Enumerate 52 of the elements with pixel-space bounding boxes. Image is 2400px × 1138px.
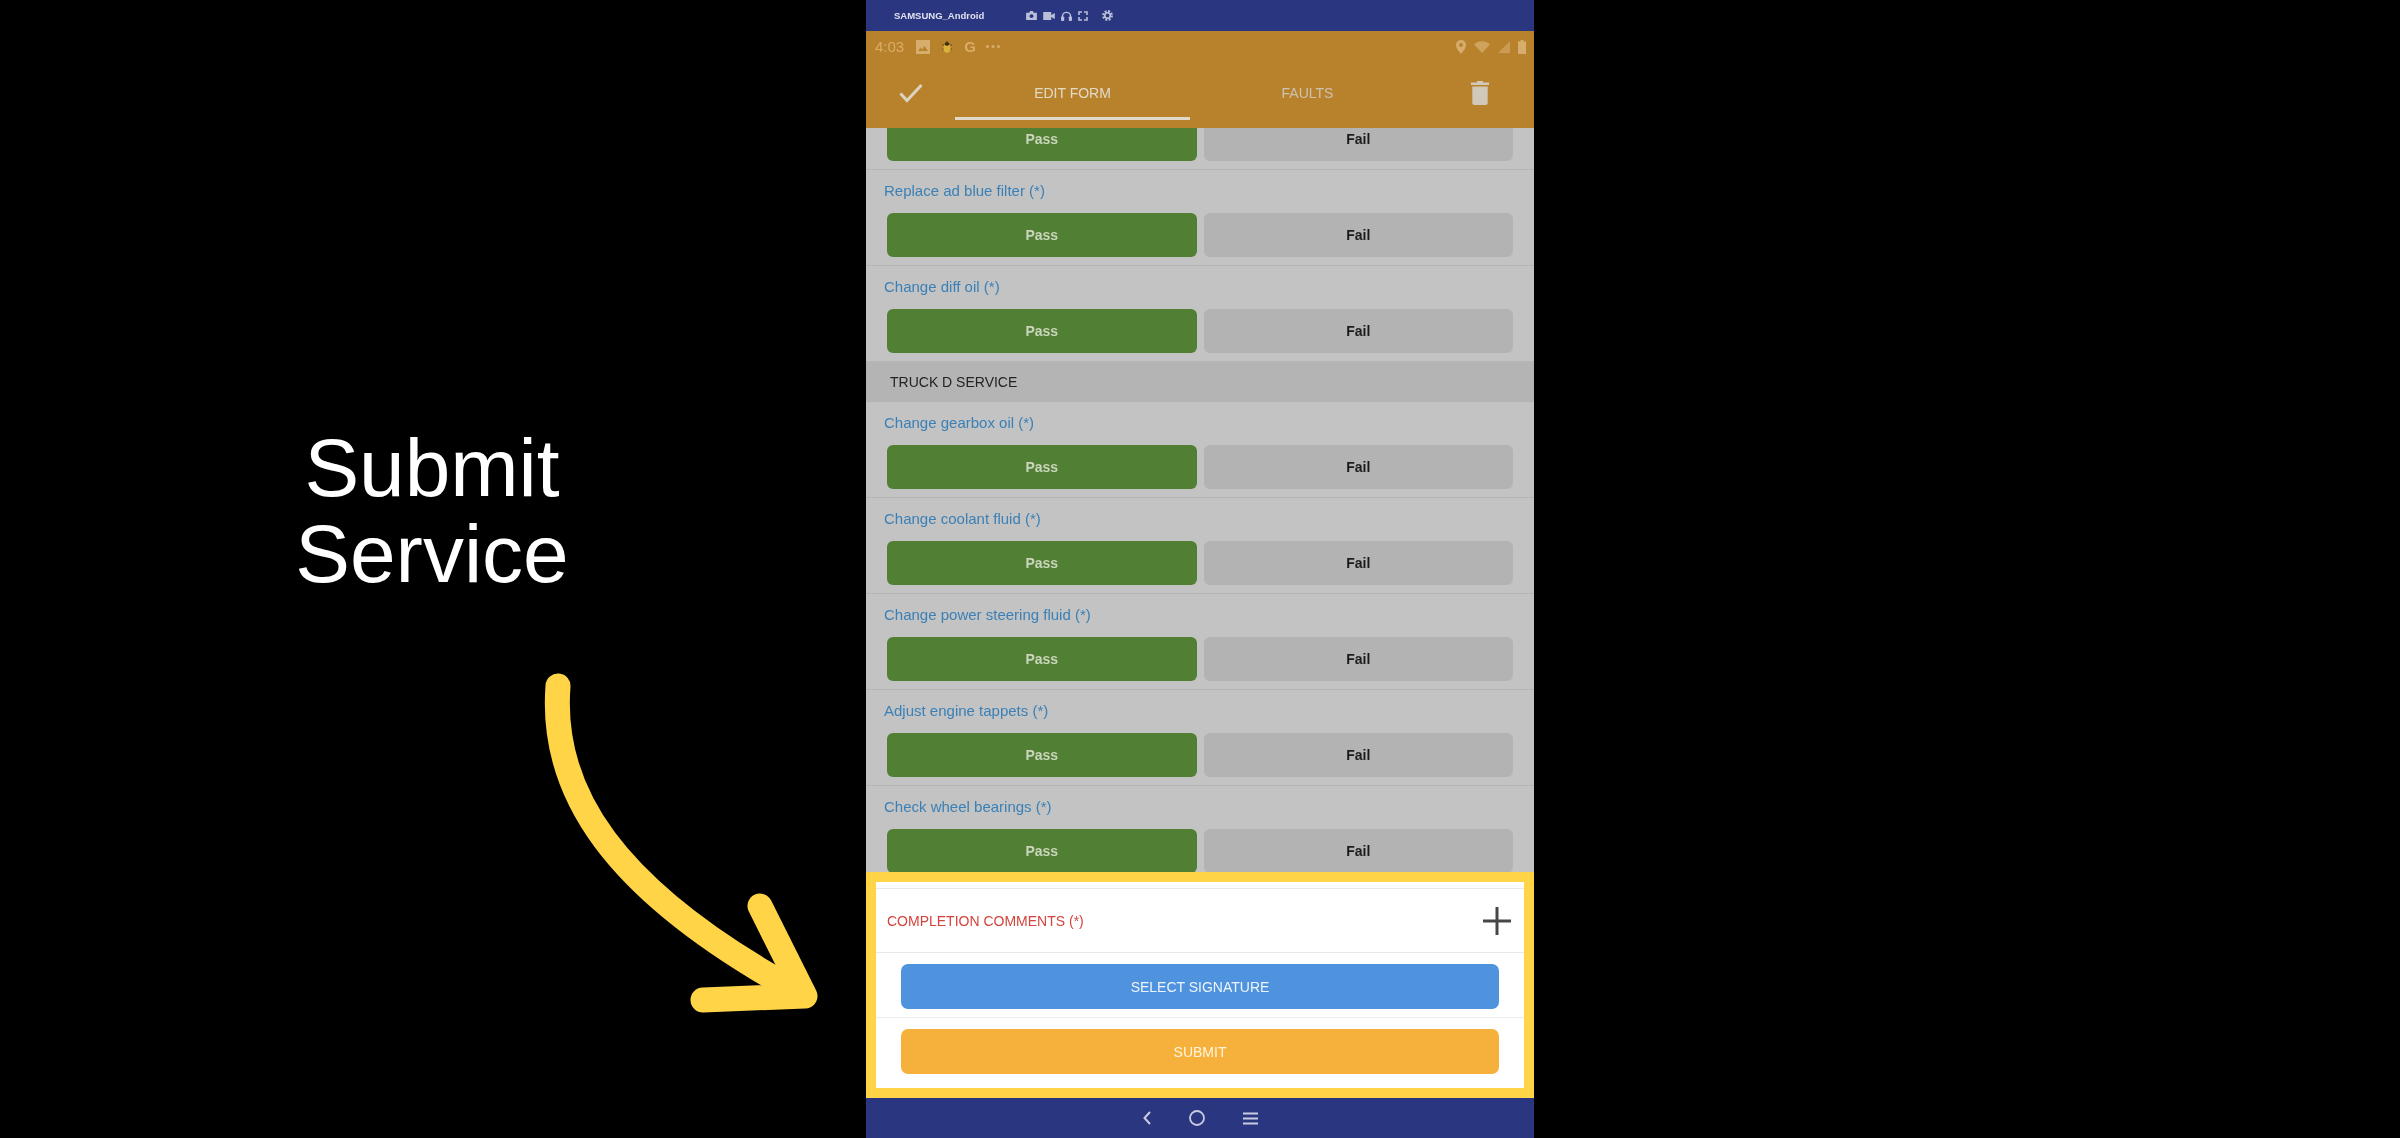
plus-icon	[1483, 906, 1511, 935]
select-signature-button[interactable]: SELECT SIGNATURE	[901, 964, 1499, 1009]
comments-label: COMPLETION COMMENTS (*)	[887, 912, 1084, 929]
choice-button[interactable]: Pass	[887, 829, 1197, 872]
location-pin-icon	[1456, 39, 1466, 54]
signal-icon	[1498, 40, 1510, 53]
section-header: TRUCK D SERVICE	[866, 362, 1534, 402]
choice-button[interactable]: Pass	[887, 541, 1197, 585]
choice-button[interactable]: Pass	[887, 128, 1197, 161]
bug-icon	[940, 39, 955, 54]
choice-button[interactable]: Fail	[1203, 445, 1513, 489]
choice-button[interactable]: Pass	[887, 445, 1197, 489]
choice-button[interactable]: Fail	[1203, 637, 1513, 681]
submit-button[interactable]: SUBMIT	[901, 1029, 1499, 1074]
wifi-icon	[1474, 40, 1490, 53]
more-icon	[985, 45, 1000, 48]
field-label: Check wheel bearings (*)	[884, 798, 1052, 815]
settings-icon[interactable]	[1102, 10, 1114, 21]
field-label: Change coolant fluid (*)	[884, 510, 1041, 527]
field-label: Change diff oil (*)	[884, 278, 1000, 295]
tab[interactable]: FAULTS	[1190, 62, 1425, 120]
camera-icon[interactable]	[1026, 11, 1038, 20]
choice-button[interactable]: Pass	[887, 733, 1197, 777]
trash-icon	[1470, 81, 1489, 105]
field-label: Replace ad blue filter (*)	[884, 182, 1045, 199]
image-icon	[916, 39, 931, 54]
tab[interactable]: EDIT FORM	[955, 62, 1190, 120]
choice-button[interactable]: Fail	[1203, 829, 1513, 872]
field-label: Change gearbox oil (*)	[884, 414, 1035, 431]
headphones-icon[interactable]	[1061, 10, 1073, 21]
choice-button[interactable]: Pass	[887, 637, 1197, 681]
check-icon	[898, 83, 923, 103]
callout-title: Submit Service	[294, 425, 570, 597]
back-icon[interactable]	[1142, 1111, 1151, 1125]
home-icon[interactable]	[1188, 1110, 1205, 1126]
field-label: Change power steering fluid (*)	[884, 606, 1091, 623]
menu-icon[interactable]	[1242, 1111, 1258, 1125]
choice-button[interactable]: Fail	[1203, 213, 1513, 257]
field-label: Adjust engine tappets (*)	[884, 702, 1049, 719]
choice-button[interactable]: Fail	[1203, 733, 1513, 777]
choice-button[interactable]: Fail	[1203, 541, 1513, 585]
battery-icon	[1518, 39, 1526, 54]
add-button[interactable]	[1483, 906, 1511, 935]
choice-button[interactable]: Fail	[1203, 309, 1513, 353]
choice-button[interactable]: Pass	[887, 213, 1197, 257]
video-camera-icon[interactable]	[1043, 11, 1056, 20]
clock-time: 4:03	[875, 38, 905, 55]
app-letter: G	[964, 38, 976, 55]
choice-button[interactable]: Pass	[887, 309, 1197, 353]
device-name: SAMSUNG_Android	[894, 10, 985, 21]
choice-button[interactable]: Fail	[1203, 128, 1513, 161]
fullscreen-icon[interactable]	[1078, 10, 1089, 21]
